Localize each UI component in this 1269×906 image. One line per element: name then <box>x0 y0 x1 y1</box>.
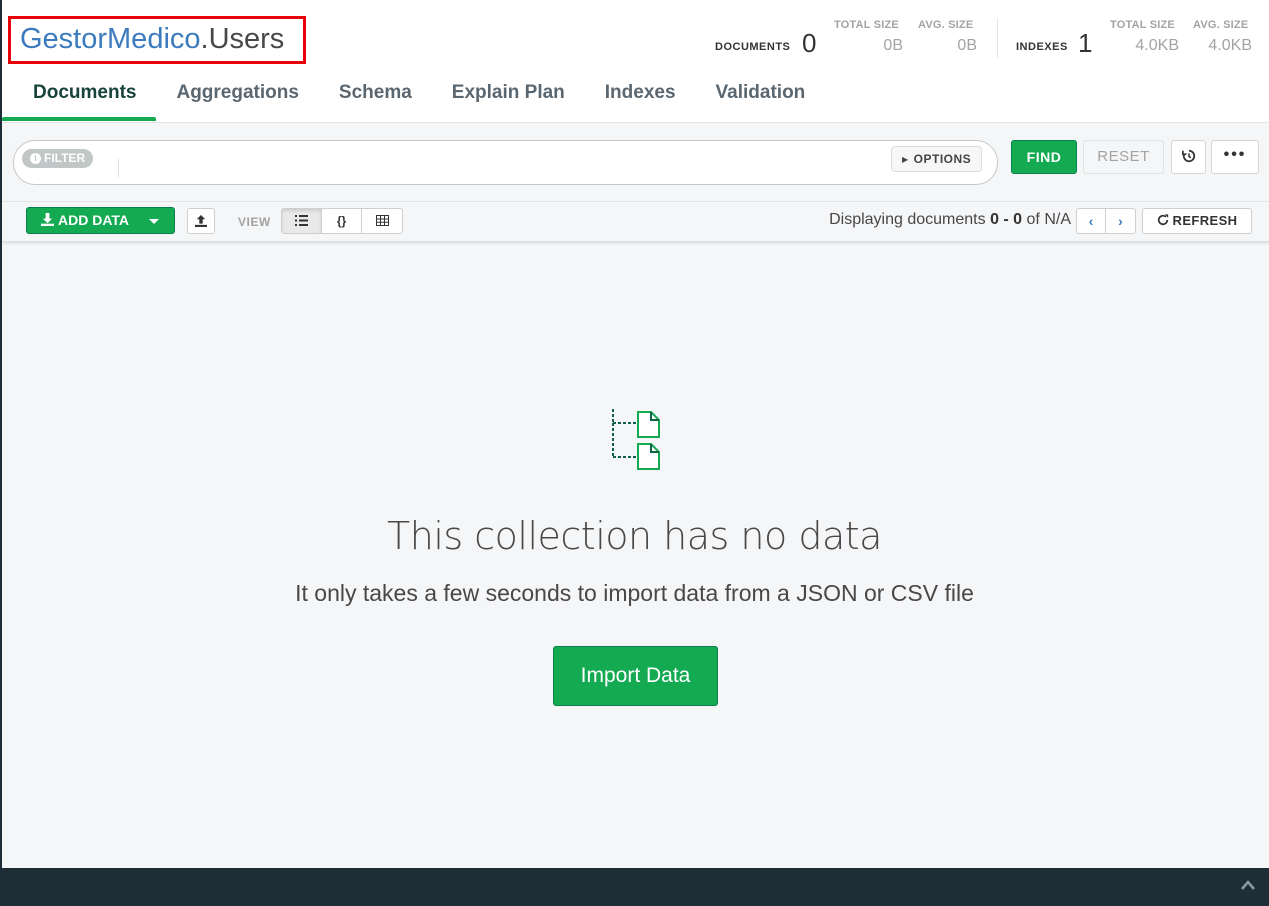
documents-total-size: 0B <box>883 37 903 54</box>
collection-name: Users <box>208 23 285 55</box>
options-button[interactable]: ▶ OPTIONS <box>891 146 983 172</box>
caret-right-icon: ▶ <box>902 155 909 164</box>
documents-stat-label: DOCUMENTS <box>715 41 791 53</box>
indexes-total-size: 4.0KB <box>1135 37 1179 54</box>
import-data-button[interactable]: Import Data <box>553 646 718 706</box>
pagination-buttons: ‹ › <box>1076 208 1136 234</box>
document-range: 0 - 0 <box>990 211 1023 228</box>
displaying-of: of <box>1026 211 1040 228</box>
filter-badge[interactable]: i FILTER <box>22 149 94 168</box>
chevron-right-icon: › <box>1118 213 1123 229</box>
filter-badge-label: FILTER <box>44 151 86 165</box>
database-name[interactable]: GestorMedico <box>20 23 201 55</box>
indexes-total-size-label: TOTAL SIZE <box>1110 19 1175 31</box>
list-icon <box>295 215 308 226</box>
view-switcher: {} <box>281 208 403 234</box>
chevron-up-icon[interactable] <box>1241 878 1255 892</box>
more-options-button[interactable]: ••• <box>1211 140 1259 174</box>
refresh-label: REFRESH <box>1172 213 1238 228</box>
view-list-button[interactable] <box>282 209 322 233</box>
documents-avg-size-label: AVG. SIZE <box>918 19 974 31</box>
documents-avg-size: 0B <box>957 37 977 54</box>
collection-header: GestorMedico.Users DOCUMENTS 0 TOTAL SIZ… <box>2 0 1269 123</box>
previous-page-button[interactable]: ‹ <box>1077 209 1106 233</box>
view-json-button[interactable]: {} <box>322 209 362 233</box>
export-collection-button[interactable] <box>187 208 215 234</box>
empty-state-title: This collection has no data <box>387 514 882 558</box>
history-icon <box>1181 149 1195 163</box>
curly-braces-icon: {} <box>336 214 347 228</box>
add-data-label: ADD DATA <box>58 212 130 228</box>
refresh-icon <box>1157 214 1168 226</box>
documents-toolbar: ADD DATA VIEW {} Displaying documents 0 … <box>2 202 1269 242</box>
view-table-button[interactable] <box>362 209 402 233</box>
documents-total-size-label: TOTAL SIZE <box>834 19 899 31</box>
indexes-count: 1 <box>1078 28 1093 58</box>
query-bar: i FILTER ▶ OPTIONS FIND RESET ••• <box>2 124 1269 202</box>
indexes-avg-size-label: AVG. SIZE <box>1193 19 1249 31</box>
table-icon <box>375 215 389 226</box>
empty-state-subtitle: It only takes a few seconds to import da… <box>295 580 974 606</box>
add-data-button[interactable]: ADD DATA <box>26 207 175 234</box>
tab-validation[interactable]: Validation <box>696 72 826 122</box>
find-button[interactable]: FIND <box>1011 140 1077 174</box>
displaying-prefix: Displaying documents <box>829 211 986 228</box>
download-icon <box>41 213 54 226</box>
next-page-button[interactable]: › <box>1106 209 1135 233</box>
documents-count: 0 <box>802 28 817 58</box>
status-footer <box>0 868 1269 906</box>
caret-down-icon <box>149 219 159 224</box>
text-cursor <box>118 159 119 177</box>
tab-indexes[interactable]: Indexes <box>585 72 696 122</box>
stats-divider <box>997 18 998 58</box>
view-label: VIEW <box>238 215 271 229</box>
collection-tabs: Documents Aggregations Schema Explain Pl… <box>2 72 825 122</box>
tab-aggregations[interactable]: Aggregations <box>156 72 318 122</box>
info-icon: i <box>30 153 41 164</box>
reset-button[interactable]: RESET <box>1083 140 1164 174</box>
tab-explain-plan[interactable]: Explain Plan <box>432 72 585 122</box>
tab-schema[interactable]: Schema <box>319 72 432 122</box>
filter-input[interactable]: i FILTER ▶ OPTIONS <box>13 140 998 185</box>
upload-icon <box>195 215 207 227</box>
indexes-stat-label: INDEXES <box>1016 41 1068 53</box>
indexes-avg-size: 4.0KB <box>1208 37 1252 54</box>
chevron-left-icon: ‹ <box>1088 213 1094 229</box>
empty-documents-icon <box>612 409 660 470</box>
namespace-separator: . <box>200 23 209 55</box>
collection-namespace: GestorMedico.Users <box>20 22 284 56</box>
refresh-button[interactable]: REFRESH <box>1142 208 1252 234</box>
document-total: N/A <box>1044 211 1071 228</box>
pagination-summary: Displaying documents 0 - 0 of N/A <box>829 211 1071 229</box>
tab-documents[interactable]: Documents <box>2 72 157 122</box>
query-history-button[interactable] <box>1171 140 1206 174</box>
options-label: OPTIONS <box>913 152 972 166</box>
